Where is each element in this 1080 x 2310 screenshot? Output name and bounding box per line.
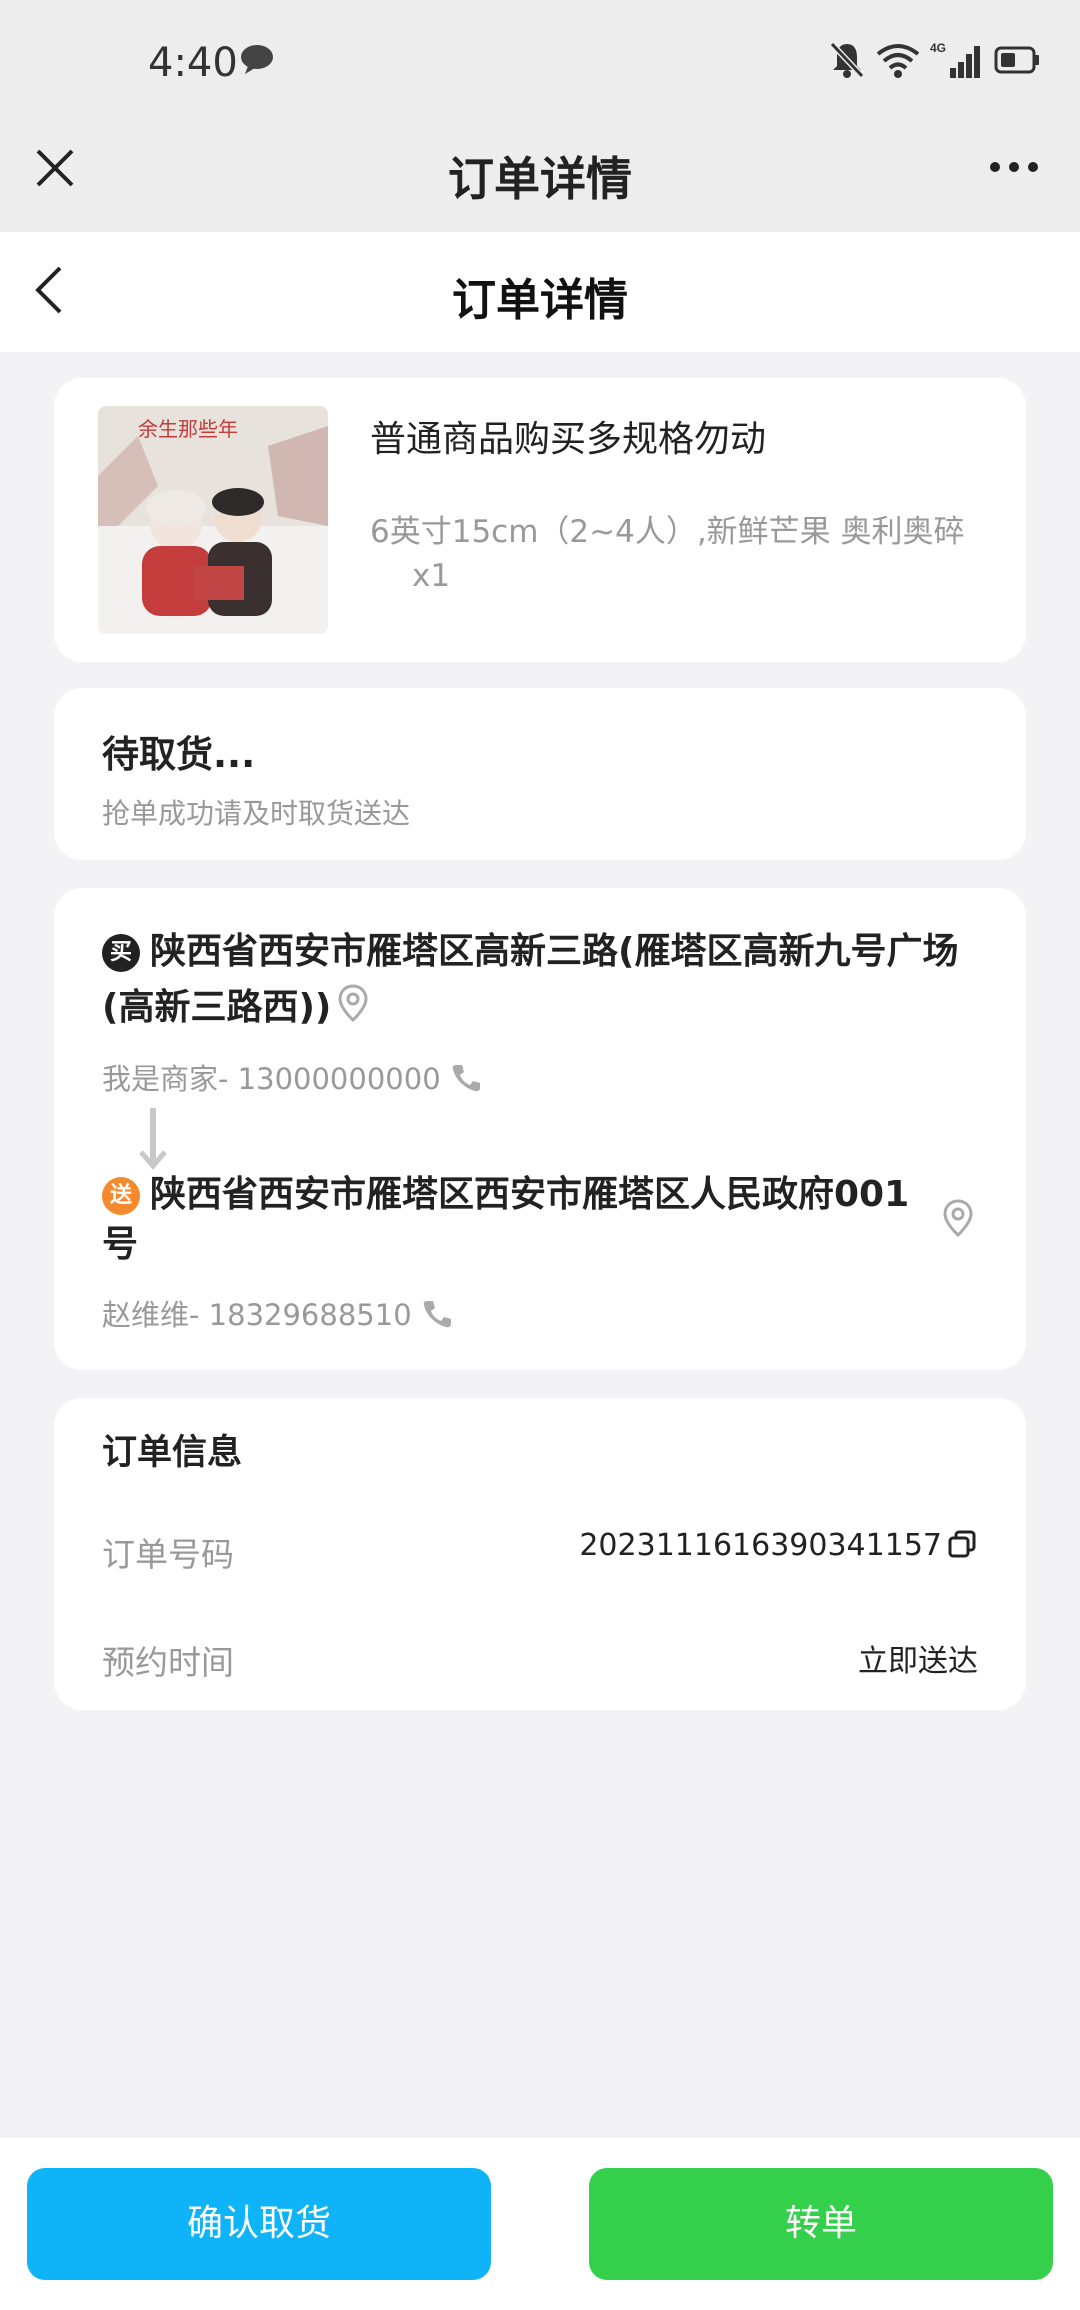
- order-number-text: 2023111616390341157: [579, 1528, 942, 1563]
- more-icon[interactable]: [988, 160, 1040, 174]
- message-icon: [241, 45, 273, 74]
- buy-badge: 买: [102, 934, 140, 972]
- signal-4g-icon: 4G: [930, 41, 980, 78]
- order-number-value[interactable]: 2023111616390341157: [579, 1528, 978, 1563]
- product-name: 普通商品购买多规格勿动: [370, 419, 767, 460]
- location-pin-icon[interactable]: [337, 983, 369, 1023]
- pickup-contact[interactable]: 我是商家- 13000000000: [102, 1056, 481, 1098]
- svg-text:4G: 4G: [930, 41, 946, 55]
- order-info-card: 订单信息 订单号码 2023111616390341157 预约时间 立即送达: [54, 1398, 1026, 1710]
- phone-icon[interactable]: [422, 1299, 452, 1329]
- status-icons: 4G: [828, 40, 1040, 80]
- order-number-label: 订单号码: [102, 1535, 234, 1574]
- appointment-time-label: 预约时间: [102, 1643, 234, 1682]
- delivery-contact-text: 赵维维- 18329688510: [102, 1298, 412, 1332]
- webview-title: 订单详情: [448, 152, 632, 206]
- product-image-text: 余生那些年: [138, 418, 238, 441]
- confirm-pickup-button[interactable]: 确认取货: [27, 2168, 491, 2280]
- transfer-order-button[interactable]: 转单: [589, 2168, 1053, 2280]
- location-pin-icon[interactable]: [942, 1198, 974, 1238]
- nav-bar: 订单详情: [0, 232, 1080, 352]
- order-status-title: 待取货...: [102, 733, 256, 776]
- pickup-address-text: 陕西省西安市雁塔区高新三路(雁塔区高新九号广场(高新三路西)): [102, 931, 959, 1028]
- product-card[interactable]: 余生那些年 普通商品购买多规格勿动 6英寸15cm（2~4人）,新鲜芒果 奥利奥…: [54, 378, 1026, 662]
- pickup-contact-text: 我是商家- 13000000000: [102, 1062, 441, 1096]
- pickup-address: 买陕西省西安市雁塔区高新三路(雁塔区高新九号广场(高新三路西)): [102, 924, 1002, 1036]
- battery-icon: [994, 46, 1039, 74]
- product-image: 余生那些年: [98, 406, 328, 634]
- order-status-desc: 抢单成功请及时取货送达: [102, 797, 411, 830]
- send-badge: 送: [102, 1177, 140, 1215]
- delivery-address: 送陕西省西安市雁塔区西安市雁塔区人民政府001号: [102, 1170, 942, 1270]
- order-info-title: 订单信息: [102, 1433, 243, 1473]
- delivery-contact[interactable]: 赵维维- 18329688510: [102, 1292, 452, 1334]
- bell-mute-icon: [829, 41, 865, 79]
- address-card: 买陕西省西安市雁塔区高新三路(雁塔区高新九号广场(高新三路西)) 我是商家- 1…: [54, 888, 1026, 1370]
- delivery-address-text: 陕西省西安市雁塔区西安市雁塔区人民政府001号: [102, 1174, 910, 1265]
- page-title: 订单详情: [452, 275, 628, 326]
- product-spec: 6英寸15cm（2~4人）,新鲜芒果 奥利奥碎 x1: [370, 510, 990, 598]
- order-status-card: 待取货... 抢单成功请及时取货送达: [54, 688, 1026, 860]
- arrow-down-icon: [139, 1108, 167, 1170]
- phone-icon[interactable]: [451, 1063, 481, 1093]
- order-detail-page: 4:40 4G 订单详情 订单详情 余生那些年 普通商品购买多规格勿动 6英寸1…: [0, 0, 1080, 2310]
- copy-icon[interactable]: [946, 1528, 978, 1560]
- wifi-icon: [876, 44, 920, 78]
- product-qty: x1: [412, 558, 451, 594]
- product-spec-text: 6英寸15cm（2~4人）,新鲜芒果 奥利奥碎: [370, 514, 965, 550]
- appointment-time-value: 立即送达: [858, 1644, 978, 1679]
- bottom-action-bar: 确认取货 转单: [0, 2138, 1080, 2310]
- status-bar: 4:40 4G: [0, 0, 1080, 125]
- status-time: 4:40: [148, 40, 238, 86]
- webview-header: 订单详情: [0, 125, 1080, 232]
